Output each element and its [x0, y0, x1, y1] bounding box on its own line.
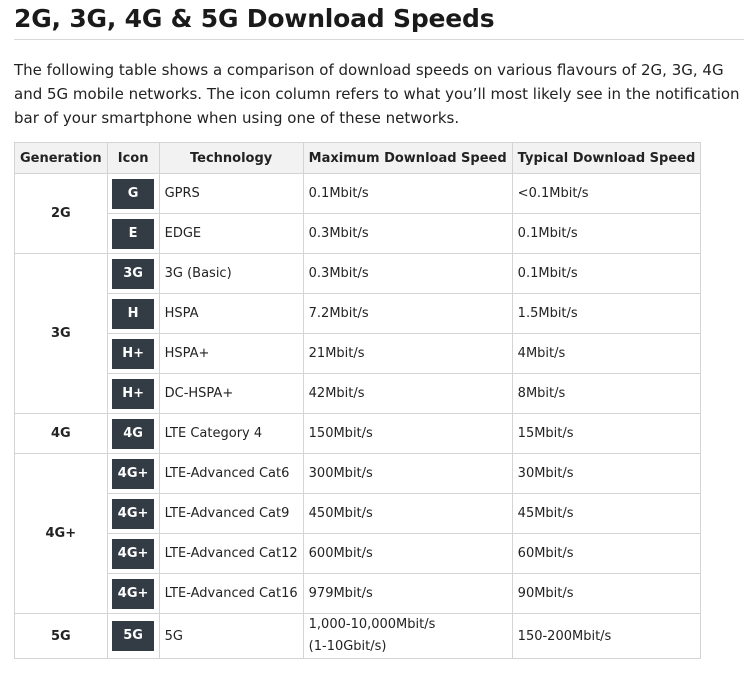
technology-cell: 3G (Basic): [158, 253, 304, 294]
table-row: 4G 4G LTE Category 4 150Mbit/s 15Mbit/s: [14, 413, 702, 454]
icon-cell: 4G: [106, 413, 160, 454]
max-speed-cell: 42Mbit/s: [302, 373, 513, 414]
network-icon: 4G+: [112, 578, 155, 609]
max-speed-cell: 979Mbit/s: [302, 573, 513, 614]
icon-cell: H+: [106, 373, 160, 414]
typical-speed-cell: 0.1Mbit/s: [511, 213, 702, 254]
header-max-speed: Maximum Download Speed: [302, 142, 513, 174]
icon-cell: 4G+: [106, 533, 160, 574]
icon-cell: H+: [106, 333, 160, 374]
network-icon: 5G: [112, 621, 155, 651]
max-speed-line-2: (1-10Gbit/s): [308, 639, 387, 654]
speeds-table: Generation Icon Technology Maximum Downl…: [14, 142, 702, 659]
typical-speed-cell: 8Mbit/s: [511, 373, 702, 414]
technology-cell: HSPA+: [158, 333, 304, 374]
max-speed-cell: 21Mbit/s: [302, 333, 513, 374]
max-speed-cell: 0.1Mbit/s: [302, 173, 513, 214]
technology-cell: 5G: [158, 613, 304, 659]
typical-speed-cell: 15Mbit/s: [511, 413, 702, 454]
table-row: 4G+ LTE-Advanced Cat9 450Mbit/s 45Mbit/s: [15, 493, 702, 534]
table-header-row: Generation Icon Technology Maximum Downl…: [14, 142, 702, 174]
generation-cell: 4G: [14, 413, 108, 454]
network-icon: 4G: [112, 418, 155, 449]
technology-cell: GPRS: [158, 173, 304, 214]
technology-cell: HSPA: [158, 293, 304, 334]
header-icon: Icon: [106, 142, 160, 174]
max-speed-cell: 300Mbit/s: [302, 453, 513, 494]
typical-speed-cell: 45Mbit/s: [511, 493, 702, 534]
typical-speed-cell: 4Mbit/s: [511, 333, 702, 374]
network-icon: 4G+: [112, 538, 155, 569]
table-row: H+ DC-HSPA+ 42Mbit/s 8Mbit/s: [15, 373, 702, 414]
header-typical-speed: Typical Download Speed: [511, 142, 702, 174]
icon-cell: G: [106, 173, 160, 214]
generation-cell: 2G: [14, 173, 108, 254]
typical-speed-cell: 90Mbit/s: [511, 573, 702, 614]
technology-cell: LTE-Advanced Cat16: [158, 573, 304, 614]
icon-cell: 4G+: [106, 493, 160, 534]
table-row: 2G G GPRS 0.1Mbit/s <0.1Mbit/s: [14, 173, 702, 254]
table-row: E EDGE 0.3Mbit/s 0.1Mbit/s: [15, 213, 702, 254]
typical-speed-cell: 150-200Mbit/s: [511, 613, 702, 659]
table-body: 2G G GPRS 0.1Mbit/s <0.1Mbit/s E EDGE 0.3Mbit/s…: [14, 173, 702, 659]
icon-cell: H: [106, 293, 160, 334]
typical-speed-cell: 0.1Mbit/s: [511, 253, 702, 294]
max-speed-cell: 0.3Mbit/s: [302, 213, 513, 254]
header-technology: Technology: [158, 142, 304, 174]
technology-cell: LTE-Advanced Cat9: [158, 493, 304, 534]
max-speed-cell: 0.3Mbit/s: [302, 253, 513, 294]
technology-cell: DC-HSPA+: [158, 373, 304, 414]
max-speed-cell: 150Mbit/s: [302, 413, 513, 454]
page-title: 2G, 3G, 4G & 5G Download Speeds: [14, 0, 744, 40]
table-row: 4G+ LTE-Advanced Cat12 600Mbit/s 60Mbit/s: [15, 533, 702, 574]
network-icon: G: [112, 178, 155, 209]
network-icon: 4G+: [112, 458, 155, 489]
technology-cell: LTE-Advanced Cat6: [158, 453, 304, 494]
table-row: 3G 3G 3G (Basic) 0.3Mbit/s 0.1Mbit/s: [14, 253, 702, 414]
icon-cell: 4G+: [106, 453, 160, 494]
technology-cell: LTE Category 4: [158, 413, 304, 454]
technology-cell: LTE-Advanced Cat12: [158, 533, 304, 574]
network-icon: H: [112, 298, 155, 329]
typical-speed-cell: <0.1Mbit/s: [511, 173, 702, 214]
network-icon: E: [112, 218, 155, 249]
max-speed-cell: 1,000-10,000Mbit/s (1-10Gbit/s): [302, 613, 513, 659]
header-generation: Generation: [14, 142, 108, 174]
technology-cell: EDGE: [158, 213, 304, 254]
network-icon: H+: [112, 338, 155, 369]
icon-cell: 4G+: [106, 573, 160, 614]
generation-cell: 3G: [14, 253, 108, 414]
typical-speed-cell: 60Mbit/s: [511, 533, 702, 574]
icon-cell: 3G: [106, 253, 160, 294]
max-speed-cell: 600Mbit/s: [302, 533, 513, 574]
table-row: 4G+ 4G+ LTE-Advanced Cat6 300Mbit/s 30Mbit/s: [14, 453, 702, 614]
network-icon: 4G+: [112, 498, 155, 529]
typical-speed-cell: 30Mbit/s: [511, 453, 702, 494]
typical-speed-cell: 1.5Mbit/s: [511, 293, 702, 334]
max-speed-cell: 450Mbit/s: [302, 493, 513, 534]
network-icon: 3G: [112, 258, 155, 289]
table-row: H HSPA 7.2Mbit/s 1.5Mbit/s: [15, 293, 702, 334]
network-icon: H+: [112, 378, 155, 409]
icon-cell: E: [106, 213, 160, 254]
table-row: 5G 5G 5G 1,000-10,000Mbit/s (1-10Gbit/s) 150-…: [14, 613, 702, 659]
table-row: H+ HSPA+ 21Mbit/s 4Mbit/s: [15, 333, 702, 374]
icon-cell: 5G: [106, 613, 160, 659]
intro-paragraph: The following table shows a comparison o…: [14, 61, 740, 127]
generation-cell: 4G+: [14, 453, 108, 614]
generation-cell: 5G: [14, 613, 108, 659]
max-speed-line: 1,000-10,000Mbit/s: [308, 617, 436, 632]
max-speed-cell: 7.2Mbit/s: [302, 293, 513, 334]
table-row: 4G+ LTE-Advanced Cat16 979Mbit/s 90Mbit/s: [15, 573, 702, 614]
